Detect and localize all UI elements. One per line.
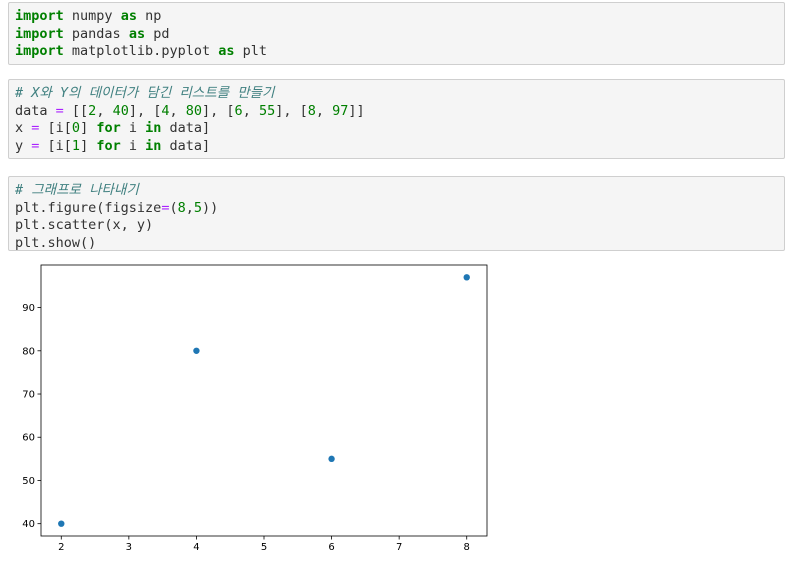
x-tick-label: 7 [396,542,402,553]
code-token: 1 [71,137,81,154]
code-token: 40 [112,102,129,119]
code-token: plt.show() [15,234,97,251]
code-token: 97 [332,102,349,119]
output-area: 2 3 4 5 6 7 8 40 50 60 70 80 90 [0,255,500,569]
code-token: # X와 Y의 데이터가 담긴 리스트를 만들기 [15,85,275,101]
code-line: data = [[2, 40], [4, 80], [6, 55], [8, 9… [15,103,778,121]
code-line: plt.show() [15,235,778,253]
code-token: 5 [193,199,203,216]
code-token: 6 [234,102,243,119]
code-token: ]] [348,102,365,119]
y-tick-label: 60 [22,433,35,444]
scatter-point [463,274,470,281]
code-line: # 그래프로 나타내기 [15,182,778,200]
code-token: 4 [161,102,170,119]
code-token: x [15,120,32,136]
code-token: i [120,137,146,154]
code-token: , [242,102,259,119]
code-token: , [96,102,113,119]
code-token: data] [161,137,211,154]
code-token: ], [ [202,102,235,119]
code-cell-data[interactable]: # X와 Y의 데이터가 담긴 리스트를 만들기 data = [[2, 40],… [8,79,785,159]
y-tick-label: 90 [22,303,35,314]
code-token: ] [80,137,97,154]
code-token: # 그래프로 나타내기 [15,182,139,198]
code-token: import [15,43,64,59]
y-tick-label: 70 [22,390,35,401]
code-token: 0 [71,120,81,136]
x-tick-label: 3 [126,542,132,553]
code-token: i [120,120,146,136]
code-token: y [15,137,32,154]
code-token: = [55,102,64,119]
code-line: import numpy as np [15,8,778,26]
scatter-point [58,520,65,527]
code-token: 55 [258,102,276,119]
code-line: x = [i[0] for i in data] [15,120,778,138]
code-token: numpy [63,8,121,24]
code-token: , [169,102,186,119]
code-token: for [96,137,121,154]
code-token: as [120,8,137,24]
code-token: np [136,8,162,24]
code-line: # X와 Y의 데이터가 담긴 리스트를 만들기 [15,85,778,103]
code-token: [i[ [39,137,72,154]
y-tick-label: 40 [22,519,35,530]
y-tick-label: 50 [22,476,35,487]
code-token: in [145,137,162,154]
scatter-chart: 2 3 4 5 6 7 8 40 50 60 70 80 90 [22,264,488,553]
code-token: )) [202,199,219,216]
code-token: ( [169,199,178,216]
code-token: plt [234,43,267,59]
code-token: import [15,8,64,24]
plot-frame [40,264,488,537]
code-token: as [218,43,235,59]
code-token: import [15,25,64,42]
code-token: ] [80,120,97,136]
code-token: ], [ [128,102,162,119]
code-token: [[ [63,102,89,119]
x-tick-label: 2 [58,542,64,553]
code-token: pd [145,25,170,42]
code-token: 80 [185,102,203,119]
code-cell-imports[interactable]: import numpy as np import pandas as pd imp… [8,2,785,65]
x-tick-label: 4 [193,542,199,553]
code-token: data] [161,120,211,136]
scatter-point [193,347,200,354]
code-token: 8 [307,102,316,119]
code-token: pandas [63,25,129,42]
code-line: plt.scatter(x, y) [15,217,778,235]
code-token: plt.scatter(x, y) [15,217,154,233]
y-tick-label: 80 [22,346,35,357]
code-line: y = [i[1] for i in data] [15,138,778,156]
code-token: in [145,120,162,136]
code-token: as [128,25,146,42]
code-token: , [315,102,333,119]
code-line: import matplotlib.pyplot as plt [15,43,778,61]
code-token: matplotlib.pyplot [63,43,219,59]
code-token: ], [ [275,102,308,119]
x-tick-label: 5 [261,542,267,553]
code-token: data [15,102,56,119]
code-token: for [96,120,121,136]
x-tick-label: 6 [328,542,334,553]
code-token: plt.figure(figsize [15,199,162,216]
code-token: [i[ [39,120,72,136]
x-tick-label: 8 [464,542,470,553]
scatter-point [328,455,335,463]
code-line: import pandas as pd [15,26,778,44]
code-token: , [185,199,194,216]
code-line: plt.figure(figsize=(8,5)) [15,200,778,218]
code-token: 8 [177,199,186,216]
code-cell-plot[interactable]: # 그래프로 나타내기 plt.figure(figsize=(8,5)) plt.… [8,176,785,251]
